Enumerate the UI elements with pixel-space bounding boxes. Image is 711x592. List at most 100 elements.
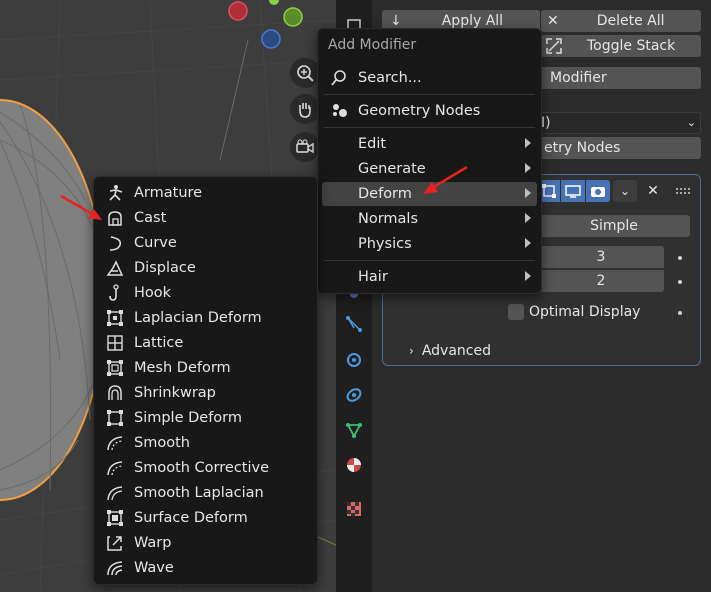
- modifier-options-dropdown[interactable]: ⌄: [613, 180, 637, 202]
- render-camera-icon: [591, 187, 605, 197]
- hook-label: Hook: [134, 285, 172, 301]
- edit-label: Edit: [358, 136, 387, 152]
- add-modifier-menu: Add Modifier Search... Geometry Nodes Ed…: [317, 28, 542, 294]
- menu-item-wave[interactable]: Wave: [98, 556, 313, 580]
- mesh-deform-icon: [107, 360, 123, 376]
- menu-item-armature[interactable]: Armature: [98, 181, 313, 205]
- pan-button[interactable]: [290, 94, 320, 124]
- subdivision-mode-button[interactable]: Simple: [538, 215, 690, 237]
- tab-particles[interactable]: [342, 312, 366, 336]
- hair-label: Hair: [358, 269, 388, 285]
- wave-icon: [107, 561, 123, 576]
- tab-physics[interactable]: [342, 347, 366, 371]
- constraints-icon: [346, 388, 362, 402]
- displace-label: Displace: [134, 260, 196, 276]
- menu-item-smooth[interactable]: Smooth: [98, 431, 313, 455]
- smooth-laplacian-label: Smooth Laplacian: [134, 485, 264, 501]
- menu-item-smooth-corrective[interactable]: Smooth Corrective: [98, 456, 313, 480]
- menu-item-shrinkwrap[interactable]: Shrinkwrap: [98, 381, 313, 405]
- smooth-corrective-icon: [107, 461, 123, 476]
- divider: [324, 260, 535, 261]
- advanced-label: Advanced: [421, 343, 491, 359]
- submenu-arrow-icon: [525, 271, 531, 281]
- menu-item-lattice[interactable]: Lattice: [98, 331, 313, 355]
- laplacian-deform-icon: [107, 310, 123, 326]
- menu-item-warp[interactable]: Warp: [98, 531, 313, 555]
- optimal-display-checkbox[interactable]: [508, 304, 524, 320]
- tab-texture[interactable]: [342, 497, 366, 521]
- geometry-nodes-icon: [333, 104, 347, 117]
- warp-icon: [107, 536, 122, 551]
- delete-all-button[interactable]: ✕ Delete All: [541, 10, 701, 32]
- menu-item-displace[interactable]: Displace: [98, 256, 313, 280]
- menu-item-hair[interactable]: Hair: [322, 265, 537, 289]
- annotation-arrow-cast: [60, 194, 102, 220]
- curve-label: Curve: [134, 235, 177, 251]
- zoom-button[interactable]: [290, 58, 320, 88]
- sphere-object: [0, 99, 106, 501]
- tab-data[interactable]: [342, 418, 366, 442]
- armature-icon: [109, 185, 123, 201]
- zoom-icon: [297, 65, 314, 82]
- menu-item-curve[interactable]: Curve: [98, 231, 313, 255]
- smooth-label: Smooth: [134, 435, 190, 451]
- levels-viewport-field[interactable]: 3: [538, 246, 664, 268]
- shrinkwrap-label: Shrinkwrap: [134, 385, 216, 401]
- smooth-laplacian-icon: [107, 486, 123, 501]
- deform-label: Deform: [358, 186, 412, 202]
- tab-constraints[interactable]: [342, 383, 366, 407]
- menu-item-surface-deform[interactable]: Surface Deform: [98, 506, 313, 530]
- menu-item-physics[interactable]: Physics: [322, 232, 537, 256]
- lattice-label: Lattice: [134, 335, 184, 351]
- divider: [324, 127, 535, 128]
- simple-deform-icon: [107, 410, 123, 426]
- menu-title: Add Modifier: [328, 37, 417, 53]
- generate-label: Generate: [358, 161, 426, 177]
- tab-material[interactable]: [342, 453, 366, 477]
- menu-item-smooth-laplacian[interactable]: Smooth Laplacian: [98, 481, 313, 505]
- deform-submenu: Armature Cast Curve Displace Hook Laplac…: [93, 176, 318, 585]
- wave-label: Wave: [134, 560, 174, 576]
- annotation-arrow-deform: [423, 165, 468, 194]
- toggle-stack-label: Toggle Stack: [587, 38, 676, 54]
- surface-deform-label: Surface Deform: [134, 510, 248, 526]
- remove-modifier-button[interactable]: ✕: [643, 180, 663, 202]
- menu-item-hook[interactable]: Hook: [98, 281, 313, 305]
- subdivision-mode-label: Simple: [590, 218, 638, 234]
- toggle-stack-button[interactable]: Toggle Stack: [541, 35, 701, 57]
- simple-deform-label: Simple Deform: [134, 410, 243, 426]
- menu-item-simple-deform[interactable]: Simple Deform: [98, 406, 313, 430]
- submenu-arrow-icon: [525, 213, 531, 223]
- menu-item-laplacian-deform[interactable]: Laplacian Deform: [98, 306, 313, 330]
- menu-item-edit[interactable]: Edit: [322, 132, 537, 156]
- keyframe-dot[interactable]: [678, 311, 682, 315]
- submenu-arrow-icon: [525, 188, 531, 198]
- camera-view-button[interactable]: [290, 132, 320, 162]
- viewport-display-toggle[interactable]: [561, 180, 585, 202]
- drag-handle[interactable]: [675, 185, 691, 195]
- menu-item-mesh-deform[interactable]: Mesh Deform: [98, 356, 313, 380]
- render-levels-value: 2: [596, 273, 606, 289]
- advanced-subpanel[interactable]: › Advanced: [409, 343, 491, 359]
- grip-icon: [676, 188, 690, 194]
- laplacian-deform-label: Laplacian Deform: [134, 310, 262, 326]
- menu-item-normals[interactable]: Normals: [322, 207, 537, 231]
- curve-icon: [109, 236, 122, 251]
- particles-icon: [346, 316, 362, 332]
- render-levels-field[interactable]: 2: [538, 270, 664, 292]
- render-toggle[interactable]: [586, 180, 610, 202]
- menu-item-search[interactable]: Search...: [322, 66, 537, 90]
- chevron-right-icon: ›: [409, 344, 414, 358]
- keyframe-dot[interactable]: [678, 280, 682, 284]
- keyframe-dot[interactable]: [678, 256, 682, 260]
- chevron-down-icon: ⌄: [686, 116, 696, 129]
- physics-label: Physics: [358, 236, 412, 252]
- armature-label: Armature: [134, 185, 203, 201]
- hook-icon: [109, 284, 119, 301]
- physics-icon: [347, 353, 361, 367]
- smooth-corrective-label: Smooth Corrective: [134, 460, 270, 476]
- menu-item-cast[interactable]: Cast: [98, 206, 313, 230]
- menu-item-geometry-nodes[interactable]: Geometry Nodes: [322, 99, 537, 123]
- displace-icon: [106, 260, 124, 276]
- delete-all-label: Delete All: [596, 13, 665, 29]
